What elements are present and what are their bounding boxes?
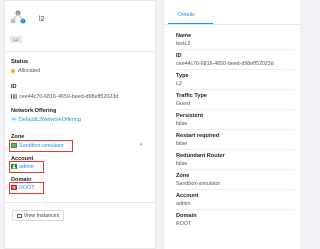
tab-underline: [164, 24, 301, 25]
divider: [176, 149, 294, 150]
divider: [5, 51, 157, 52]
resource-title: l2: [39, 16, 45, 23]
barcode-icon: [11, 94, 17, 100]
detail-value: false: [176, 161, 188, 167]
divider: [176, 109, 294, 110]
network-offering-link[interactable]: DefaultL2NetworkOffering: [11, 117, 81, 123]
globe-icon: [11, 143, 17, 149]
id-value: cee44c70-6816-4650-beed-d98eff52023d: [11, 94, 118, 100]
network-offering-label: Network Offering: [11, 108, 57, 114]
detail-label: Traffic Type: [176, 93, 207, 99]
divider: [176, 189, 294, 190]
detail-value: admin: [176, 201, 191, 207]
wifi-icon: [11, 117, 17, 122]
detail-value: false: [176, 121, 188, 127]
domain-link[interactable]: ROOT: [11, 185, 35, 191]
detail-value: Sandbox-simulator: [176, 181, 221, 187]
detail-value: false: [176, 141, 188, 147]
tab-details[interactable]: Details: [168, 4, 213, 24]
divider: [176, 129, 294, 130]
view-instances-label: View Instances: [23, 212, 60, 219]
divider: [176, 89, 294, 90]
detail-value: Guest: [176, 101, 191, 107]
type-tag: L2: [10, 36, 22, 43]
detail-label: Account: [176, 193, 199, 199]
detail-label: Persistent: [176, 113, 204, 119]
detail-label: Restart required: [176, 133, 220, 139]
status-value: Allocated: [11, 68, 40, 74]
zone-link[interactable]: Sandbox-simulator: [11, 143, 64, 149]
view-instances-button[interactable]: View Instances: [12, 210, 64, 221]
user-icon: [11, 164, 17, 170]
detail-value: testL2: [176, 41, 191, 47]
divider: [5, 202, 157, 203]
resource-summary-panel: l2 L2 Status Allocated ID cee44c70-6816-…: [4, 0, 157, 249]
status-label: Status: [11, 59, 29, 65]
detail-value: ROOT: [176, 221, 192, 227]
detail-label: Domain: [176, 213, 197, 219]
detail-label: Zone: [176, 173, 190, 179]
domain-icon: [11, 185, 17, 191]
tab-details-label: Details: [178, 12, 195, 18]
network-icon: [10, 10, 26, 24]
detail-label: ID: [176, 53, 182, 59]
desktop-icon: [16, 213, 22, 218]
detail-label: Redundant Router: [176, 153, 225, 159]
divider: [176, 169, 294, 170]
account-link[interactable]: admin: [11, 164, 34, 170]
divider: [176, 49, 294, 50]
details-panel: Details Name testL2 ID cee44c70-6816-465…: [163, 0, 301, 249]
detail-label: Type: [176, 73, 189, 79]
detail-value: L2: [176, 81, 182, 87]
detail-value: cee44c70-6816-4650-beed-d98eff52023d: [176, 61, 274, 67]
status-indicator: [11, 68, 15, 73]
chevron-down-icon[interactable]: ▾: [140, 142, 143, 148]
id-label: ID: [11, 84, 17, 90]
detail-label: Name: [176, 33, 192, 39]
divider: [176, 209, 294, 210]
divider: [176, 69, 294, 70]
